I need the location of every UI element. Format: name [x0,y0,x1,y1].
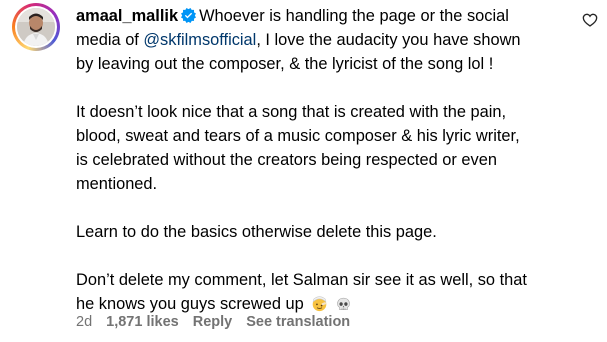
avatar-border [15,6,57,48]
comment: amaal_mallik Whoever is handling the page… [0,0,607,342]
paragraph-4-line-1: Don’t delete my comment, let Salman sir … [76,271,527,289]
comment-meta: 2d 1,871 likes Reply See translation [76,312,364,332]
likes-count[interactable]: 1,871 likes [106,314,179,330]
face-with-head-bandage-icon [313,296,327,312]
heart-icon[interactable] [582,12,598,28]
comment-age[interactable]: 2d [76,314,92,330]
skull-icon [337,297,350,311]
paragraph-2-line-2: blood, sweat and tears of a music compos… [76,127,520,145]
paragraph-4-line-2: he knows you guys screwed up [76,295,304,313]
comment-text-line-2b: , I love the audacity you have shown [256,31,521,49]
paragraph-2-line-4: mentioned. [76,175,158,193]
verified-badge-icon [181,8,197,23]
comment-text-line-2a: media of [76,31,144,49]
paragraph-3: Learn to do the basics otherwise delete … [76,223,437,241]
paragraph-2-line-3: is celebrated without the creators being… [76,151,497,169]
comment-username[interactable]: amaal_mallik [76,7,178,25]
mention-link[interactable]: @skfilmsofficial [143,31,256,49]
comment-text-line-1: Whoever is handling the page or the soci… [199,7,509,25]
reply-button[interactable]: Reply [193,314,233,330]
comment-text-line-3: by leaving out the composer, & the lyric… [76,55,494,73]
comment-body: amaal_mallik Whoever is handling the page… [76,4,564,316]
avatar-photo [17,8,55,46]
paragraph-2-line-1: It doesn’t look nice that a song that is… [76,103,507,121]
avatar[interactable] [12,3,60,51]
see-translation-button[interactable]: See translation [246,314,350,330]
